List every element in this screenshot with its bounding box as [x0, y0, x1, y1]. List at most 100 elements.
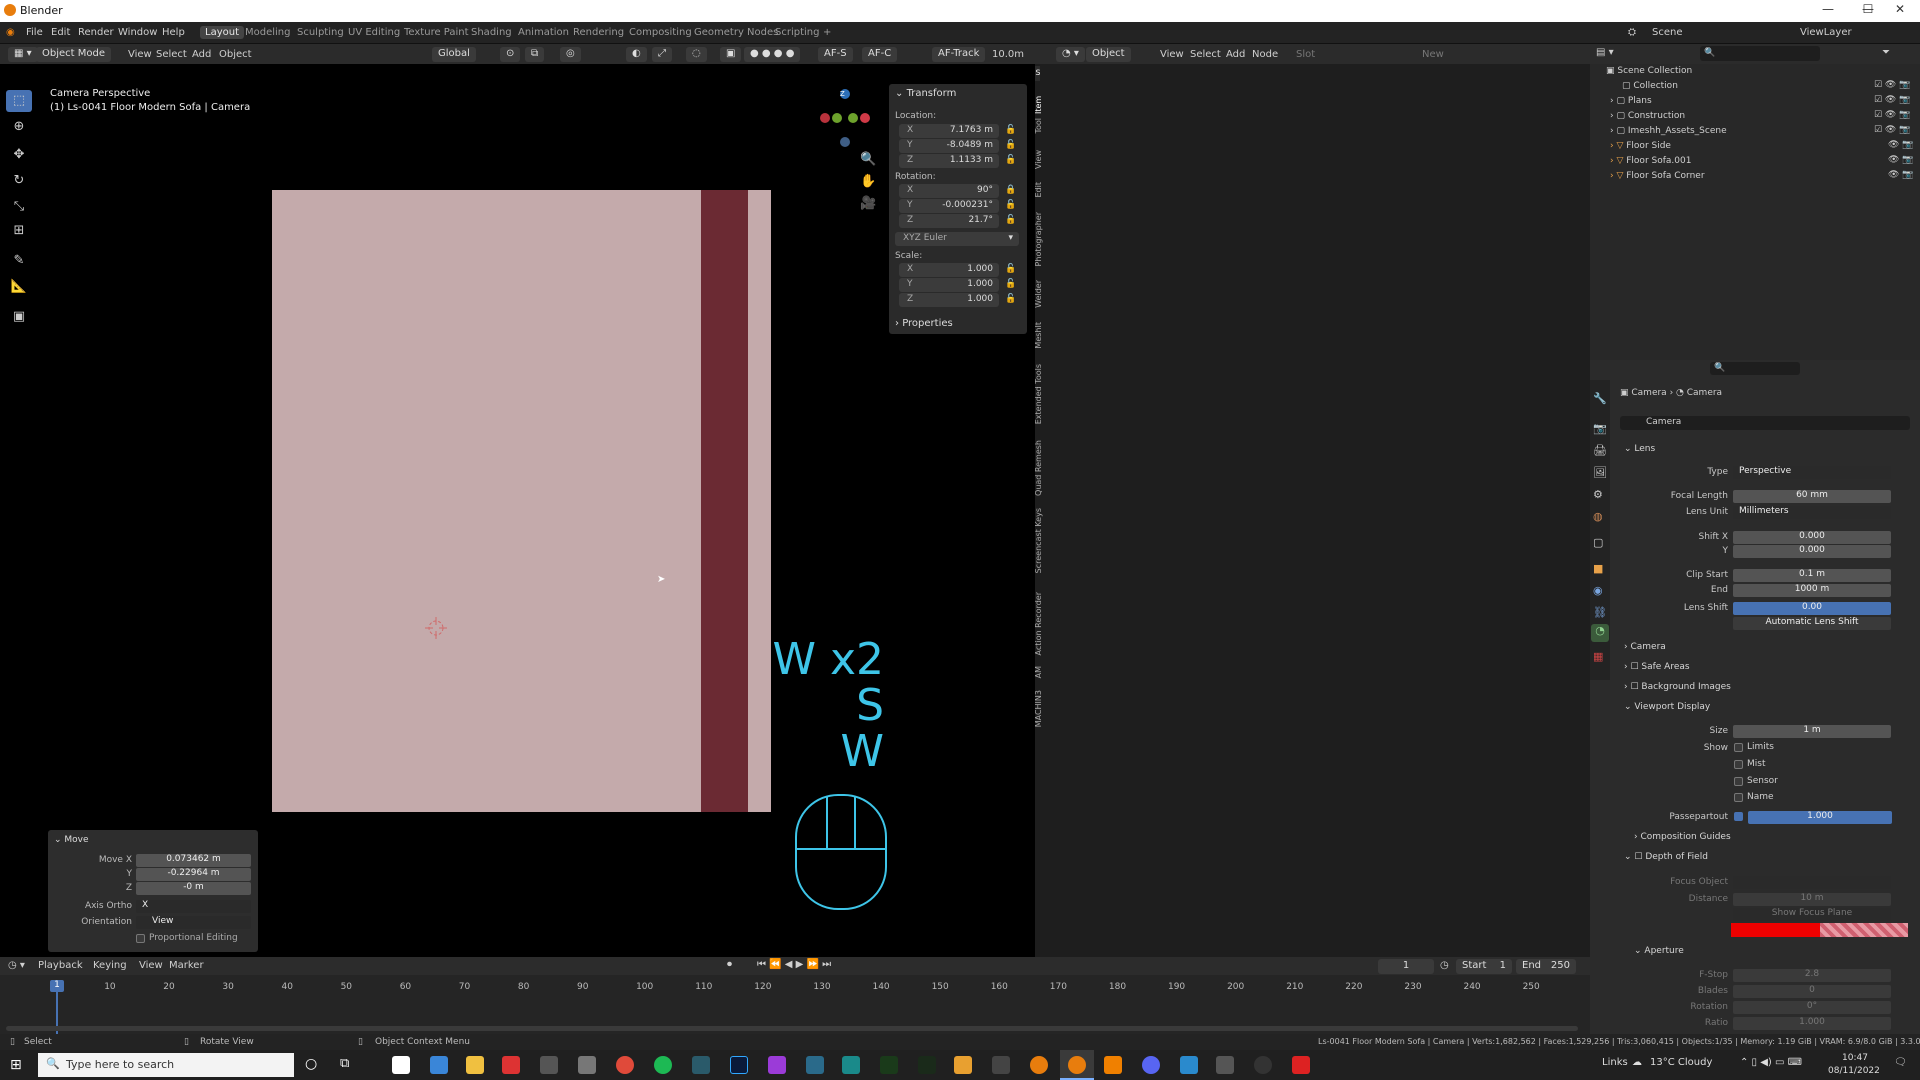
app-icon[interactable]: [540, 1056, 558, 1074]
zoom-icon[interactable]: 🔍: [860, 152, 876, 167]
scene-selector[interactable]: Scene: [1652, 27, 1683, 38]
tab-quad-remesh[interactable]: Quad Remesh: [1034, 440, 1048, 496]
tab-item[interactable]: Item: [1034, 84, 1048, 114]
camera-frame[interactable]: [272, 190, 771, 812]
distance-field[interactable]: 10 m: [1733, 893, 1891, 906]
visibility-eye-icon[interactable]: ☑ 👁 📷: [1874, 80, 1910, 90]
blender-app-icon[interactable]: [1030, 1056, 1048, 1074]
pivot-icon[interactable]: ⊙: [500, 47, 521, 62]
lock-icon[interactable]: 🔓: [1005, 140, 1016, 152]
mode-dropdown[interactable]: Object Mode: [36, 47, 111, 62]
lock-icon[interactable]: 🔓: [1005, 294, 1016, 306]
display-mode-icon[interactable]: ▤ ▾: [1596, 47, 1614, 58]
fstop-field[interactable]: 2.8: [1733, 969, 1891, 982]
record-button[interactable]: ⏺: [727, 959, 732, 970]
output-properties-icon[interactable]: 🖨: [1593, 444, 1607, 457]
visibility-eye-icon[interactable]: ☑ 👁 📷: [1874, 110, 1910, 120]
move-y-field[interactable]: -0.22964 m: [136, 868, 251, 881]
lock-icon[interactable]: 🔓: [1005, 215, 1016, 227]
editor-type-button-2[interactable]: ◔ ▾: [1056, 47, 1085, 62]
properties-search-input[interactable]: 🔍: [1710, 362, 1800, 375]
tab-machin3[interactable]: MACHIN3: [1034, 690, 1048, 727]
safe-areas-section[interactable]: › ☐ Safe Areas: [1624, 662, 1690, 672]
proportional-icon[interactable]: ◎: [560, 47, 581, 62]
limits-checkbox[interactable]: [1734, 743, 1743, 752]
substance-designer-icon[interactable]: [880, 1056, 898, 1074]
focus-plane-alpha-swatch[interactable]: [1820, 923, 1908, 937]
gizmo-icon[interactable]: ⤢: [652, 47, 672, 62]
scale-tool-icon[interactable]: ⤡: [6, 196, 32, 218]
composition-guides-section[interactable]: › Composition Guides: [1634, 832, 1731, 842]
passepartout-checkbox[interactable]: [1734, 812, 1743, 821]
chrome-icon[interactable]: [616, 1056, 634, 1074]
camera-section[interactable]: › Camera: [1624, 642, 1666, 652]
shift-y-field[interactable]: 0.000: [1733, 545, 1891, 558]
move-z-field[interactable]: -0 m: [136, 882, 251, 895]
automatic-lens-shift-button[interactable]: Automatic Lens Shift: [1733, 617, 1891, 630]
visibility-eye-icon[interactable]: 👁 📷: [1888, 155, 1914, 165]
visibility-eye-icon[interactable]: ☑ 👁 📷: [1874, 125, 1910, 135]
filter-icon[interactable]: ⏷: [1882, 47, 1890, 58]
playback-controls[interactable]: ⏮ ⏪ ◀ ▶ ⏩ ⏭: [757, 959, 831, 970]
properties-subpanel[interactable]: › Properties: [889, 316, 1027, 332]
app-icon[interactable]: [430, 1056, 448, 1074]
move-panel-header[interactable]: ⌄ Move: [54, 835, 89, 845]
app-icon[interactable]: [768, 1056, 786, 1074]
timeline-view-menu[interactable]: View: [139, 960, 163, 971]
app-icon[interactable]: [502, 1056, 520, 1074]
visibility-eye-icon[interactable]: 👁 📷: [1888, 170, 1914, 180]
task-view-icon[interactable]: ⧉: [340, 1056, 349, 1071]
rotation-y-field[interactable]: Y -0.000231°: [899, 199, 999, 213]
move-x-field[interactable]: 0.073462 m: [136, 854, 251, 867]
mist-checkbox[interactable]: [1734, 760, 1743, 769]
blender-menu-icon[interactable]: ◉: [6, 27, 15, 38]
menu-select[interactable]: Select: [156, 49, 187, 60]
visibility-icon[interactable]: ◐: [626, 47, 647, 62]
tab-rendering[interactable]: Rendering: [568, 26, 629, 39]
clock-time[interactable]: 10:47: [1842, 1053, 1868, 1063]
playback-menu[interactable]: Playback: [38, 960, 83, 971]
camera-data-name-field[interactable]: Camera: [1620, 416, 1910, 430]
sensor-checkbox[interactable]: [1734, 777, 1743, 786]
lens-shift-slider[interactable]: 0.00: [1733, 602, 1891, 615]
menu-render[interactable]: Render: [78, 27, 114, 38]
start-frame-field[interactable]: Start 1: [1456, 959, 1512, 974]
transform-header[interactable]: ⌄ Transform: [895, 88, 1021, 104]
ratio-field[interactable]: 1.000: [1733, 1017, 1891, 1030]
node-menu-add[interactable]: Add: [1226, 49, 1245, 60]
tab-texture-paint[interactable]: Texture Paint: [399, 26, 474, 39]
add-cube-tool-icon[interactable]: ▣: [6, 306, 32, 328]
lock-icon[interactable]: 🔓: [1005, 264, 1016, 276]
rotate-tool-icon[interactable]: ↻: [6, 170, 32, 192]
tab-view[interactable]: View: [1034, 150, 1048, 169]
aperture-section[interactable]: ⌄ Aperture: [1634, 946, 1684, 956]
preview-range-icon[interactable]: ◷: [1440, 960, 1449, 971]
focus-plane-color-swatch[interactable]: [1731, 923, 1820, 937]
proportional-checkbox[interactable]: [136, 934, 145, 943]
app-icon[interactable]: [806, 1056, 824, 1074]
outliner-row[interactable]: › ▢ Imeshh_Assets_Scene: [1590, 126, 1920, 141]
tab-photographer[interactable]: Photographer: [1034, 212, 1048, 266]
lock-icon[interactable]: 🔓: [1005, 155, 1016, 167]
texture-icon[interactable]: ▦: [1593, 650, 1603, 663]
background-images-section[interactable]: › ☐ Background Images: [1624, 682, 1731, 692]
lock-icon[interactable]: 🔓: [1005, 279, 1016, 291]
rotation-mode-dropdown[interactable]: XYZ Euler ▾: [895, 232, 1019, 246]
taskbar-search-input[interactable]: 🔍 Type here to search: [38, 1053, 294, 1077]
outliner-row[interactable]: › ▽ Floor Sofa.001: [1590, 156, 1920, 171]
select-box-tool-icon[interactable]: ⬚: [6, 90, 32, 112]
outliner-row[interactable]: › ▢ Plans: [1590, 96, 1920, 111]
menu-window[interactable]: Window: [118, 27, 157, 38]
minimize-button[interactable]: —: [1808, 2, 1848, 20]
tab-screencast-keys[interactable]: Screencast Keys: [1034, 508, 1048, 573]
app-icon[interactable]: [1216, 1056, 1234, 1074]
depth-of-field-section[interactable]: ⌄ ☐ Depth of Field: [1624, 852, 1708, 862]
transform-tool-icon[interactable]: ⊞: [6, 220, 32, 242]
tab-scripting[interactable]: Scripting: [770, 26, 824, 39]
tab-sculpting[interactable]: Sculpting: [292, 26, 349, 39]
clip-end-field[interactable]: 1000 m: [1733, 584, 1891, 597]
tab-am[interactable]: AM: [1034, 666, 1048, 678]
shader-editor-area[interactable]: [1040, 64, 1590, 957]
tab-tool[interactable]: Tool: [1034, 118, 1048, 134]
tab-uv-editing[interactable]: UV Editing: [343, 26, 405, 39]
